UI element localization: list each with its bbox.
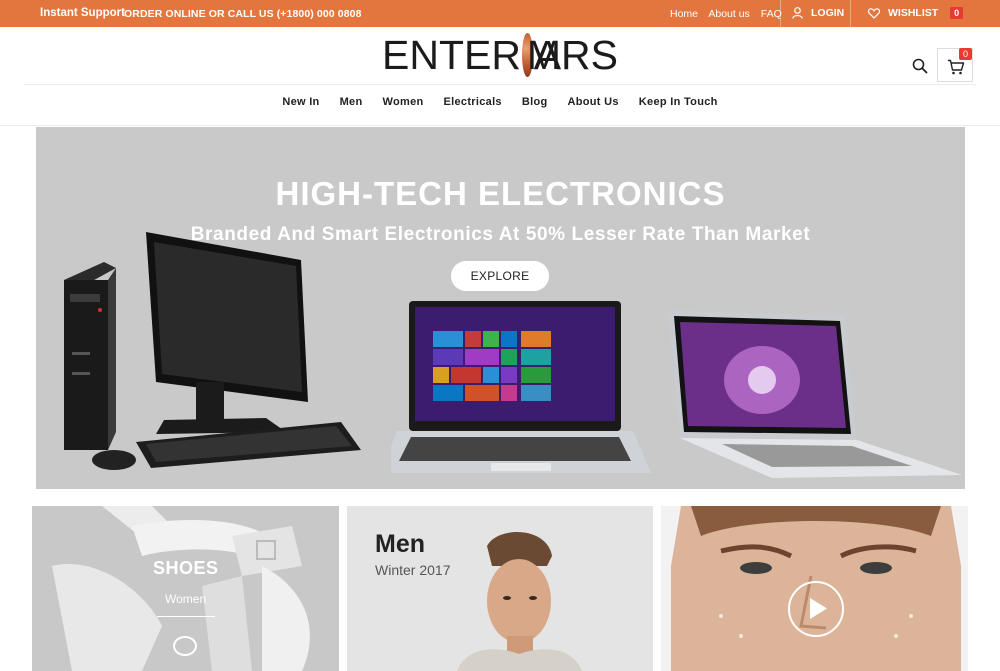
video-tile[interactable] — [661, 506, 968, 671]
shoes-title: SHOES — [153, 558, 219, 578]
nav-item-blog[interactable]: Blog — [512, 96, 558, 108]
wishlist-label: WISHLIST — [888, 7, 939, 19]
windows-laptop-image — [391, 301, 651, 473]
men-title: Men — [375, 530, 425, 558]
nav-divider — [0, 125, 1000, 126]
play-button[interactable] — [788, 581, 844, 637]
macbook-laptop-image — [668, 310, 962, 478]
top-link-about[interactable]: About us — [708, 8, 749, 20]
shoes-circle-icon — [173, 636, 197, 656]
cart-count-badge: 0 — [959, 48, 973, 60]
user-icon — [792, 7, 803, 19]
cart-icon — [948, 59, 965, 75]
search-icon[interactable] — [911, 57, 929, 75]
play-icon — [810, 598, 827, 619]
wishlist-count-badge: 0 — [950, 7, 964, 19]
hero-title: HIGH-TECH ELECTRONICS — [275, 175, 726, 212]
explore-button[interactable]: EXPLORE — [451, 261, 549, 291]
top-links: Home About us FAQ — [670, 8, 790, 20]
logo-text-left: ENTER — [382, 32, 521, 78]
nav-item-women[interactable]: Women — [372, 96, 433, 108]
nav-item-men[interactable]: Men — [330, 96, 373, 108]
main-nav: New In Men Women Electricals Blog About … — [0, 96, 1000, 108]
nav-item-electricals[interactable]: Electricals — [434, 96, 512, 108]
nav-item-about-us[interactable]: About Us — [558, 96, 629, 108]
top-link-faq[interactable]: FAQ — [761, 8, 782, 20]
men-category-tile[interactable]: Men Winter 2017 — [347, 506, 653, 671]
login-link[interactable]: LOGIN — [792, 7, 844, 19]
desktop-computer-image — [64, 232, 361, 470]
wishlist-link[interactable]: WISHLIST 0 — [868, 7, 964, 19]
instant-support-label: Instant Support — [40, 7, 125, 19]
shoes-category-tile[interactable]: SHOES Women — [32, 506, 339, 671]
logo-letter-m: M — [526, 32, 562, 78]
login-label: LOGIN — [811, 7, 845, 19]
divider — [780, 0, 781, 27]
heart-icon — [868, 7, 880, 19]
mars-planet-icon: M — [521, 33, 561, 77]
nav-item-keep-in-touch[interactable]: Keep In Touch — [629, 96, 728, 108]
hero-banner: HIGH-TECH ELECTRONICS Branded And Smart … — [36, 127, 965, 489]
top-bar: Instant Support ORDER ONLINE OR CALL US … — [0, 0, 1000, 27]
shoes-underline — [157, 616, 215, 617]
men-subtitle: Winter 2017 — [375, 562, 451, 578]
header-divider — [24, 84, 976, 85]
divider — [850, 0, 851, 27]
order-phone-text: ORDER ONLINE OR CALL US (+1800) 000 0808 — [124, 8, 362, 20]
shoes-subtitle: Women — [165, 592, 207, 606]
site-logo[interactable]: ENTER M ARS — [382, 32, 618, 78]
hero-subtitle: Branded And Smart Electronics At 50% Les… — [190, 224, 811, 245]
nav-item-new-in[interactable]: New In — [272, 96, 329, 108]
top-link-home[interactable]: Home — [670, 8, 698, 20]
